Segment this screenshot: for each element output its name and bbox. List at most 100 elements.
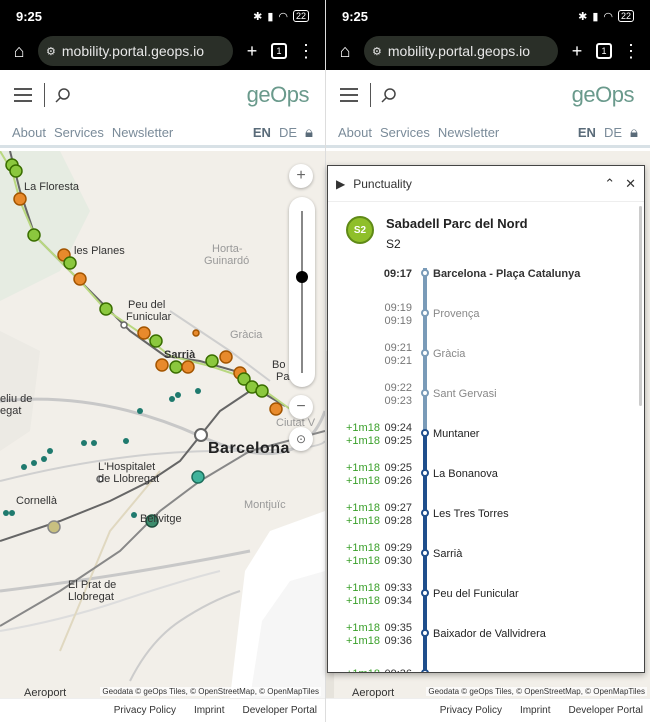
address-bar[interactable]: ⚙ mobility.portal.geops.io: [38, 36, 233, 66]
nav-about[interactable]: About: [12, 125, 46, 140]
tab-switcher-button[interactable]: 1: [271, 43, 287, 59]
map-label-prat-2: Llobregat: [68, 591, 114, 603]
map-label-hospitalet-1: L'Hospitalet: [98, 461, 156, 473]
home-icon[interactable]: ⌂: [334, 41, 356, 62]
geops-logo[interactable]: geOps: [572, 82, 635, 108]
arrival-time: 09:25: [384, 462, 412, 474]
site-settings-icon[interactable]: ⚙: [46, 45, 56, 58]
bluetooth-icon: ✱: [578, 10, 588, 23]
stop-row[interactable]: +1m1809:36: [328, 668, 638, 672]
stop-marker: [421, 469, 429, 477]
locate-button[interactable]: ⊙: [289, 427, 313, 451]
footer-imprint[interactable]: Imprint: [520, 705, 551, 716]
map-label-eliu: eliu de: [0, 393, 33, 405]
more-menu-icon[interactable]: ⋮: [295, 41, 317, 62]
zoom-knob[interactable]: [296, 271, 308, 283]
route-header: S2 Sabadell Parc del Nord S2: [328, 202, 644, 259]
search-icon[interactable]: [381, 87, 397, 103]
lang-de[interactable]: DE: [604, 125, 622, 140]
panel-scrollbar[interactable]: [639, 206, 642, 406]
route-name: Sabadell Parc del Nord: [386, 216, 528, 231]
lock-icon[interactable]: 🔒︎: [305, 124, 313, 141]
zoom-slider[interactable]: [289, 197, 315, 387]
map-label-gracia: Gràcia: [230, 329, 263, 341]
site-settings-icon[interactable]: ⚙: [372, 45, 382, 58]
stop-times: 09:25 09:26: [382, 462, 412, 488]
footer-privacy[interactable]: Privacy Policy: [114, 705, 176, 716]
departure-time: 09:25: [384, 435, 412, 447]
arrival-time: 09:29: [384, 542, 412, 554]
stop-times: 09:33 09:34: [382, 582, 412, 608]
delay-arrival: +1m18: [346, 502, 380, 514]
nav-services[interactable]: Services: [54, 125, 104, 140]
footer-imprint[interactable]: Imprint: [194, 705, 225, 716]
stop-name: Provença: [433, 308, 480, 320]
collapse-icon[interactable]: ⌃: [604, 176, 615, 192]
stop-delay: +1m18: [346, 668, 386, 672]
battery-icon: 22: [617, 10, 634, 22]
map-view[interactable]: La Floresta les Planes Horta- Guinardó P…: [0, 151, 325, 698]
map-label-egat: egat: [0, 405, 22, 417]
stop-marker: [421, 549, 429, 557]
geops-logo[interactable]: geOps: [247, 82, 310, 108]
map-label-barcelona: Barcelona: [208, 440, 290, 457]
signal-icon: ▮: [592, 10, 599, 23]
delay-departure: +1m18: [346, 435, 380, 447]
lock-icon[interactable]: 🔒︎: [630, 124, 638, 141]
zoom-in-button[interactable]: +: [289, 164, 313, 188]
header-divider: [44, 83, 45, 107]
stop-marker: [421, 669, 429, 672]
stop-delay: +1m18 +1m18: [346, 502, 386, 528]
tab-switcher-button[interactable]: 1: [596, 43, 612, 59]
map-label-hospitalet-2: de Llobregat: [98, 473, 160, 485]
address-bar[interactable]: ⚙ mobility.portal.geops.io: [364, 36, 558, 66]
lang-en[interactable]: EN: [578, 125, 596, 140]
stop-marker: [421, 309, 429, 317]
browser-toolbar: ⌂ ⚙ mobility.portal.geops.io + 1 ⋮: [0, 32, 325, 70]
map-label-montjuic: Montjuïc: [244, 499, 286, 511]
stop-times: 09:22 09:23: [382, 382, 412, 408]
nav-about[interactable]: About: [338, 125, 372, 140]
clock: 9:25: [16, 8, 43, 24]
delay-departure: +1m18: [346, 595, 380, 607]
stop-marker: [421, 349, 429, 357]
map-attribution: Geodata © geOps Tiles, © OpenStreetMap, …: [426, 687, 647, 696]
close-icon[interactable]: ✕: [625, 176, 636, 192]
nav-services[interactable]: Services: [380, 125, 430, 140]
stop-row[interactable]: 09:17 Barcelona - Plaça Catalunya: [328, 268, 638, 308]
lang-en[interactable]: EN: [253, 125, 271, 140]
battery-icon: 22: [292, 10, 309, 22]
stop-marker: [421, 589, 429, 597]
home-icon[interactable]: ⌂: [8, 41, 30, 62]
zoom-out-button[interactable]: −: [289, 395, 313, 419]
stop-times: 09:21 09:21: [382, 342, 412, 368]
new-tab-icon[interactable]: +: [241, 41, 263, 62]
departure-time: 09:19: [384, 315, 412, 327]
stop-row[interactable]: 09:21 09:21 Gràcia: [328, 342, 638, 388]
stop-name: Sarrià: [433, 548, 463, 560]
zoom-track: [301, 211, 303, 373]
lang-de[interactable]: DE: [279, 125, 297, 140]
search-icon[interactable]: [55, 87, 71, 103]
footer-privacy[interactable]: Privacy Policy: [440, 705, 502, 716]
status-bar: 9:25 ✱ ▮ ◠ 22: [0, 0, 325, 32]
nav-newsletter[interactable]: Newsletter: [112, 125, 173, 140]
footer-developer[interactable]: Developer Portal: [569, 705, 643, 716]
menu-icon[interactable]: [14, 84, 32, 106]
map-label-horta: Horta-: [212, 243, 243, 255]
menu-icon[interactable]: [340, 84, 358, 106]
footer-developer[interactable]: Developer Portal: [243, 705, 317, 716]
nav-newsletter[interactable]: Newsletter: [438, 125, 499, 140]
stop-times: 09:24 09:25: [382, 422, 412, 448]
more-menu-icon[interactable]: ⋮: [620, 41, 642, 62]
panel-title: Punctuality: [353, 176, 412, 191]
stop-row[interactable]: +1m18 +1m18 09:35 09:36 Baixador de Vallvidr…: [328, 622, 638, 668]
arrival-time: 09:35: [384, 622, 412, 634]
stop-row[interactable]: 09:19 09:19 Provença: [328, 302, 638, 348]
map-label-bellvitge: Bellvitge: [140, 513, 182, 525]
route-line: S2: [386, 237, 401, 251]
camera-icon: ▶: [336, 176, 346, 191]
new-tab-icon[interactable]: +: [566, 41, 588, 62]
wifi-icon: ◠: [603, 10, 613, 23]
bluetooth-icon: ✱: [253, 10, 263, 23]
